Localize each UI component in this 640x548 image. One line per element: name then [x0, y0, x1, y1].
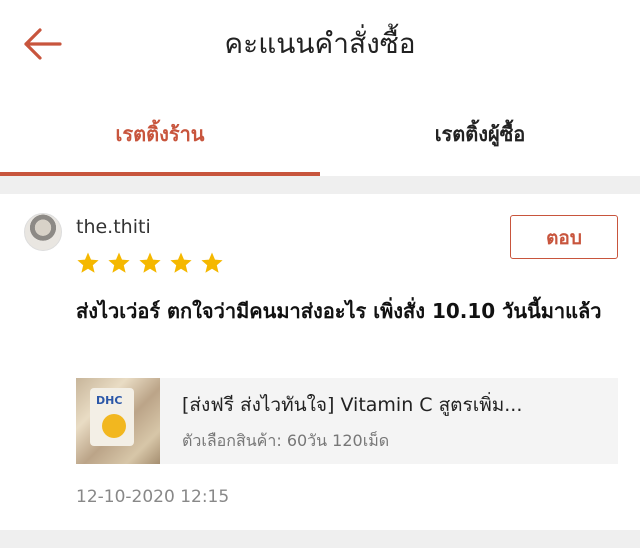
page-title: คะแนนคำสั่งซื้อ: [224, 27, 416, 60]
product-graphic: [102, 414, 126, 438]
top-bar: คะแนนคำสั่งซื้อ: [0, 0, 640, 92]
product-name: [ส่งฟรี ส่งไวทันใจ] Vitamin C สูตรเพิ่ม.…: [182, 394, 523, 416]
tab-bar: เรตติ้งร้าน เรตติ้งผู้ซื้อ: [0, 92, 640, 176]
product-card[interactable]: DHC [ส่งฟรี ส่งไวทันใจ] Vitamin C สูตรเพ…: [76, 378, 618, 464]
star-icon: [76, 251, 100, 275]
star-icon: [169, 251, 193, 275]
star-icon: [200, 251, 224, 275]
star-icon: [107, 251, 131, 275]
product-image: DHC: [76, 378, 160, 464]
tab-shop-rating[interactable]: เรตติ้งร้าน: [0, 92, 320, 176]
section-divider-bottom: [0, 530, 640, 548]
star-icon: [138, 251, 162, 275]
reviewer-username: the.thiti: [76, 216, 151, 238]
product-package: DHC: [90, 388, 134, 446]
section-divider: [0, 176, 640, 194]
product-image-brand-text: DHC: [96, 394, 123, 407]
star-rating: [76, 251, 226, 277]
tab-buyer-rating[interactable]: เรตติ้งผู้ซื้อ: [320, 92, 640, 176]
review-comment: ส่งไวเว่อร์ ตกใจว่ามีคนมาส่งอะไร เพิ่งสั…: [76, 299, 602, 323]
reply-button[interactable]: ตอบ: [510, 215, 618, 259]
review-timestamp: 12-10-2020 12:15: [76, 487, 230, 507]
product-option: ตัวเลือกสินค้า: 60วัน 120เม็ด: [182, 431, 390, 450]
avatar[interactable]: [24, 213, 62, 251]
